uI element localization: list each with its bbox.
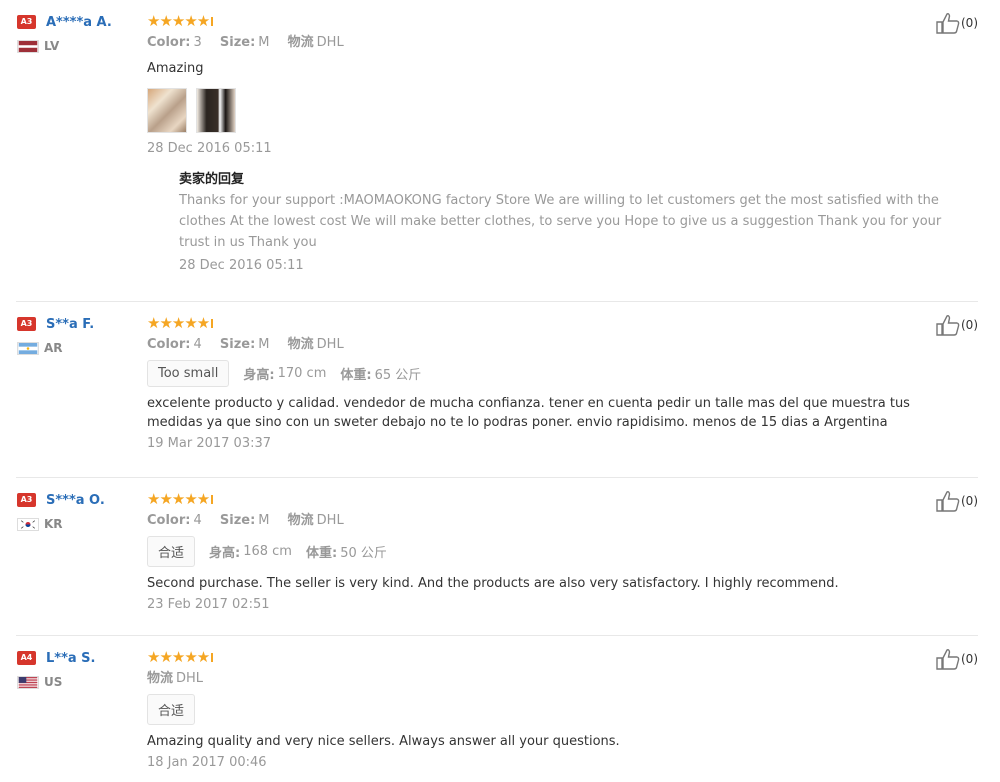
weight-label: 体重: xyxy=(340,368,372,383)
weight-value: 65 公斤 xyxy=(374,368,422,383)
reviewer-info: A3 A****a A. LV xyxy=(17,12,142,53)
star-icon: ★★★★★ xyxy=(147,648,210,666)
size-value: M xyxy=(258,513,270,528)
size-value: M xyxy=(258,337,270,352)
review-text: excelente producto y calidad. vendedor d… xyxy=(147,396,910,430)
review-date: 23 Feb 2017 02:51 xyxy=(147,597,270,612)
review-date: 19 Mar 2017 03:37 xyxy=(147,436,272,451)
review-item: A3 S**a F. AR ★★★★★ Color: 4 Size: M 物流 DHL… xyxy=(16,302,978,478)
weight-label: 体重: xyxy=(305,546,338,561)
product-attributes: Color: 3 Size: M 物流 DHL xyxy=(147,33,967,52)
color-value: 4 xyxy=(193,337,202,352)
color-value: 4 xyxy=(193,513,202,528)
logistics-label: 物流 xyxy=(287,35,314,50)
reviewer-name: S***a O. xyxy=(46,492,105,508)
logistics-value: DHL xyxy=(316,337,344,352)
seller-reply: 卖家的回复 Thanks for your support :MAOMAOKON… xyxy=(179,168,967,273)
reviewer-name: L**a S. xyxy=(46,650,96,666)
reviewer-country: AR xyxy=(44,341,63,355)
helpful-button[interactable]: (0) xyxy=(936,648,978,670)
helpful-button[interactable]: (0) xyxy=(936,314,978,336)
fit-info: Too small 身高: 170 cm 体重: 65 公斤 xyxy=(147,360,967,387)
south-korea-flag-icon xyxy=(17,517,39,531)
review-photo-thumbnail[interactable] xyxy=(147,88,187,133)
height-label: 身高: xyxy=(209,546,241,561)
size-label: Size: xyxy=(219,513,256,528)
seller-reply-title: 卖家的回复 xyxy=(179,172,245,187)
weight-value: 50 公斤 xyxy=(340,546,387,561)
review-item: A3 S***a O. KR ★★★★★ Color: 4 Size: M 物流 DH… xyxy=(16,478,978,636)
product-attributes: Color: 4 Size: M 物流 DHL xyxy=(147,335,967,354)
fit-tag: 合适 xyxy=(147,694,196,725)
height-value: 168 cm xyxy=(243,544,292,559)
color-value: 3 xyxy=(193,35,202,50)
logistics-label: 物流 xyxy=(147,671,174,686)
helpful-count: (0) xyxy=(961,652,978,666)
size-label: Size: xyxy=(219,337,256,352)
review-date: 28 Dec 2016 05:11 xyxy=(147,141,272,156)
thumbs-up-icon xyxy=(936,315,960,336)
logistics-value: DHL xyxy=(176,671,204,686)
rating-stars: ★★★★★ xyxy=(147,314,967,332)
buyer-level-badge: A3 xyxy=(17,317,36,331)
reviewer-name: A****a A. xyxy=(46,14,112,30)
reviewer-country: KR xyxy=(44,517,63,531)
review-text: Amazing quality and very nice sellers. A… xyxy=(147,734,620,749)
latvia-flag-icon xyxy=(17,39,39,53)
color-label: Color: xyxy=(147,35,191,50)
helpful-button[interactable]: (0) xyxy=(936,490,978,512)
fit-tag: Too small xyxy=(147,360,230,387)
logistics-value: DHL xyxy=(316,513,344,528)
size-label: Size: xyxy=(219,35,256,50)
rating-stars: ★★★★★ xyxy=(147,12,967,30)
logistics-value: DHL xyxy=(316,35,344,50)
review-photos xyxy=(147,88,967,133)
helpful-count: (0) xyxy=(961,494,978,508)
review-item: A3 A****a A. LV ★★★★★ Color: 3 Size: M 物流 D… xyxy=(16,0,978,302)
fit-tag: 合适 xyxy=(147,536,196,567)
reviewer-info: A3 S***a O. KR xyxy=(17,490,142,531)
argentina-flag-icon xyxy=(17,341,39,355)
review-photo-thumbnail[interactable] xyxy=(196,88,236,133)
logistics-label: 物流 xyxy=(287,337,314,352)
star-icon: ★★★★★ xyxy=(147,12,210,30)
fit-info: 合适 xyxy=(147,694,967,725)
height-value: 170 cm xyxy=(277,366,327,381)
size-value: M xyxy=(258,35,270,50)
color-label: Color: xyxy=(147,513,191,528)
product-attributes: 物流 DHL xyxy=(147,669,967,688)
product-attributes: Color: 4 Size: M 物流 DHL xyxy=(147,511,967,530)
reviewer-info: A3 S**a F. AR xyxy=(17,314,142,355)
reviewer-country: US xyxy=(44,675,63,689)
usa-flag-icon xyxy=(17,675,39,689)
star-icon: ★★★★★ xyxy=(147,490,210,508)
reviewer-country: LV xyxy=(44,39,60,53)
height-label: 身高: xyxy=(243,368,275,383)
review-item: A4 L**a S. US ★★★★★ 物流 DHL 合适 Amazing qua… xyxy=(16,636,978,779)
helpful-count: (0) xyxy=(961,16,978,30)
review-list: A3 A****a A. LV ★★★★★ Color: 3 Size: M 物流 D… xyxy=(0,0,1000,779)
logistics-label: 物流 xyxy=(287,513,314,528)
seller-reply-date: 28 Dec 2016 05:11 xyxy=(179,258,304,273)
review-text: Second purchase. The seller is very kind… xyxy=(147,576,839,591)
buyer-level-badge: A3 xyxy=(17,15,36,29)
thumbs-up-icon xyxy=(936,649,960,670)
helpful-count: (0) xyxy=(961,318,978,332)
star-icon: ★★★★★ xyxy=(147,314,210,332)
thumbs-up-icon xyxy=(936,491,960,512)
buyer-level-badge: A4 xyxy=(17,651,36,665)
seller-reply-text: Thanks for your support :MAOMAOKONG fact… xyxy=(179,193,942,250)
buyer-level-badge: A3 xyxy=(17,493,36,507)
thumbs-up-icon xyxy=(936,13,960,34)
review-date: 18 Jan 2017 00:46 xyxy=(147,755,267,770)
rating-stars: ★★★★★ xyxy=(147,490,967,508)
review-text: Amazing xyxy=(147,61,204,76)
color-label: Color: xyxy=(147,337,191,352)
rating-stars: ★★★★★ xyxy=(147,648,967,666)
helpful-button[interactable]: (0) xyxy=(936,12,978,34)
reviewer-info: A4 L**a S. US xyxy=(17,648,142,689)
reviewer-name: S**a F. xyxy=(46,316,95,332)
fit-info: 合适 身高: 168 cm 体重: 50 公斤 xyxy=(147,536,967,567)
